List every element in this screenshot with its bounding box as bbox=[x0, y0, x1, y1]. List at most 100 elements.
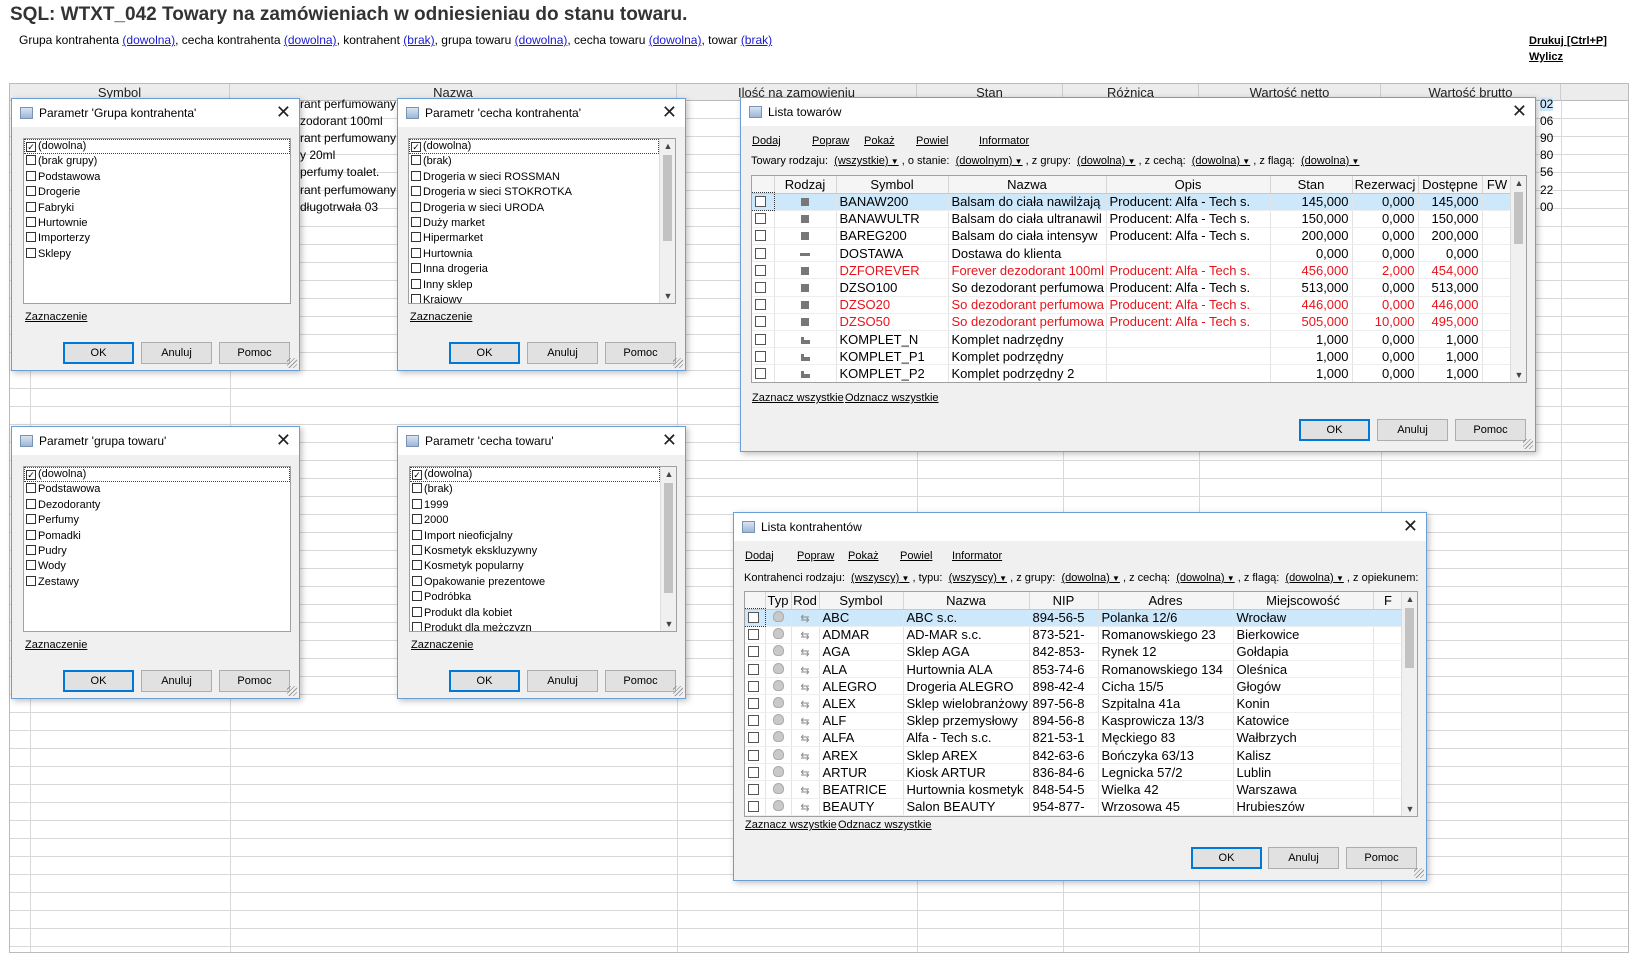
row-checkbox[interactable] bbox=[745, 729, 766, 748]
checkbox-icon[interactable] bbox=[412, 514, 422, 525]
ok-button[interactable]: OK bbox=[449, 342, 520, 364]
scroll-up-icon[interactable]: ▲ bbox=[660, 139, 675, 153]
checkbox-icon[interactable] bbox=[748, 715, 759, 727]
vertical-scrollbar[interactable]: ▲ ▼ bbox=[1401, 592, 1417, 816]
checkbox-icon[interactable] bbox=[412, 498, 422, 509]
checkbox-item[interactable]: 1999 bbox=[410, 498, 660, 513]
checkbox-icon[interactable] bbox=[26, 544, 36, 555]
row-checkbox[interactable] bbox=[745, 607, 766, 628]
checkbox-item[interactable]: Kosmetyk popularny bbox=[410, 559, 660, 574]
menu-duplicate[interactable]: Powiel bbox=[900, 550, 932, 562]
checkbox-item[interactable]: Zestawy bbox=[24, 575, 290, 590]
checkbox-icon[interactable] bbox=[748, 766, 759, 778]
close-icon[interactable]: ✕ bbox=[1403, 516, 1418, 536]
checkbox-icon[interactable] bbox=[412, 591, 422, 602]
checkbox-icon[interactable] bbox=[26, 498, 36, 509]
checkbox-icon[interactable] bbox=[411, 278, 421, 289]
scroll-down-icon[interactable]: ▼ bbox=[1402, 802, 1417, 816]
scroll-down-icon[interactable]: ▼ bbox=[660, 289, 675, 303]
column-header-select[interactable] bbox=[745, 592, 766, 610]
column-header-fw[interactable]: FW bbox=[1482, 176, 1513, 194]
checkbox-item[interactable]: Hurtownie bbox=[24, 216, 290, 231]
column-header-opis[interactable]: Opis bbox=[1106, 176, 1271, 194]
checkbox-list[interactable]: ✓ (dowolna) Podstawowa Dezodoranty Perfumy Po… bbox=[23, 466, 291, 632]
vertical-scrollbar[interactable]: ▲ ▼ bbox=[659, 139, 675, 303]
column-header-stan[interactable]: Stan bbox=[1270, 176, 1353, 194]
calculate-link[interactable]: Wylicz bbox=[1529, 49, 1607, 65]
scroll-thumb[interactable] bbox=[663, 155, 672, 241]
filter-flaga-dropdown[interactable]: (dowolna) bbox=[1301, 155, 1359, 167]
checkbox-icon[interactable] bbox=[26, 575, 36, 586]
checkbox-item[interactable]: Podróbka bbox=[410, 590, 660, 605]
table-row[interactable]: KOMPLET_P2 Komplet podrzędny 2 1,000 0,000 1… bbox=[752, 364, 1513, 382]
filter-opiekun-label[interactable]: , z opiekunem: bbox=[1347, 572, 1419, 584]
selection-menu-link[interactable]: Zaznaczenie bbox=[411, 639, 473, 651]
checkbox-item[interactable]: Podstawowa bbox=[24, 170, 290, 185]
select-all-link[interactable]: Zaznacz wszystkie bbox=[745, 819, 837, 831]
checkbox-icon[interactable] bbox=[412, 483, 422, 494]
checkbox-icon[interactable] bbox=[411, 293, 421, 303]
checkbox-icon[interactable] bbox=[26, 186, 36, 197]
checkbox-item[interactable]: (brak) bbox=[409, 154, 659, 169]
cancel-button[interactable]: Anuluj bbox=[1268, 847, 1339, 869]
checkbox-icon[interactable] bbox=[748, 646, 759, 658]
checkbox-item[interactable]: Fabryki bbox=[24, 201, 290, 216]
checkbox-item[interactable]: Import nieoficjalny bbox=[410, 529, 660, 544]
table-row[interactable]: ⇆ ADMAR AD-MAR s.c. 873-521- Romanowskiego 2… bbox=[745, 626, 1404, 644]
checkbox-icon[interactable] bbox=[748, 629, 759, 641]
checkbox-item[interactable]: Sklepy bbox=[24, 247, 290, 262]
checkbox-icon[interactable] bbox=[755, 316, 766, 328]
ok-button[interactable]: OK bbox=[63, 670, 134, 692]
param-link-towar[interactable]: (brak) bbox=[741, 33, 772, 47]
column-header-dostepne[interactable]: Dostępne bbox=[1418, 176, 1483, 194]
column-header-nazwa[interactable]: Nazwa bbox=[948, 176, 1107, 194]
scroll-down-icon[interactable]: ▼ bbox=[661, 617, 676, 631]
help-button[interactable]: Pomoc bbox=[1346, 847, 1417, 869]
checkbox-icon[interactable] bbox=[755, 230, 766, 242]
checkbox-item[interactable]: (brak) bbox=[410, 482, 660, 497]
table-row[interactable]: DOSTAWA Dostawa do klienta 0,000 0,000 0,000 bbox=[752, 244, 1513, 263]
checkbox-icon[interactable] bbox=[26, 247, 36, 258]
checkbox-item[interactable]: ✓ (dowolna) bbox=[410, 467, 660, 483]
table-row[interactable]: ⇆ ALFA Alfa - Tech s.c. 821-53-1 Męckiego 83… bbox=[745, 729, 1404, 748]
checkbox-item[interactable]: Opakowanie prezentowe bbox=[410, 575, 660, 590]
column-header-rod[interactable]: Rod bbox=[791, 592, 820, 610]
vertical-scrollbar[interactable]: ▲ ▼ bbox=[1510, 176, 1526, 382]
table-row[interactable]: DZFOREVER Forever dezodorant 100ml Produce… bbox=[752, 261, 1513, 280]
table-row[interactable]: DZSO20 So dezodorant perfumowa Producent: … bbox=[752, 296, 1513, 314]
checkbox-icon[interactable] bbox=[412, 606, 422, 617]
checkbox-icon[interactable] bbox=[755, 247, 766, 259]
row-checkbox[interactable] bbox=[745, 798, 766, 816]
table-row[interactable]: ⇆ ALEX Sklep wielobranżowy 897-56-8 Szpitaln… bbox=[745, 694, 1404, 713]
scroll-up-icon[interactable]: ▲ bbox=[1511, 176, 1526, 190]
selection-menu-link[interactable]: Zaznaczenie bbox=[25, 639, 87, 651]
filter-rodzaj-dropdown[interactable]: (wszystkie) bbox=[834, 155, 899, 167]
table-row[interactable]: ⇆ BEAUTY Salon BEAUTY 954-877- Wrzosowa 45 Hr… bbox=[745, 798, 1404, 816]
checkbox-icon[interactable] bbox=[411, 216, 421, 227]
filter-grupa-dropdown[interactable]: (dowolna) bbox=[1061, 572, 1119, 584]
menu-duplicate[interactable]: Powiel bbox=[916, 135, 948, 147]
column-header-select[interactable] bbox=[752, 176, 775, 194]
checkbox-icon[interactable] bbox=[26, 170, 36, 181]
checkbox-icon[interactable] bbox=[412, 560, 422, 571]
close-icon[interactable]: ✕ bbox=[276, 102, 291, 122]
ok-button[interactable]: OK bbox=[449, 670, 520, 692]
table-row[interactable]: ⇆ BEATRICE Hurtownia kosmetyk 848-54-5 Wielk… bbox=[745, 780, 1404, 799]
resize-grip-icon[interactable] bbox=[287, 358, 297, 368]
checkbox-icon[interactable] bbox=[26, 216, 36, 227]
scroll-thumb[interactable] bbox=[1514, 192, 1523, 244]
checkbox-icon[interactable] bbox=[412, 529, 422, 540]
checkbox-icon[interactable] bbox=[412, 575, 422, 586]
table-row[interactable]: DZSO50 So dezodorant perfumowa Producent: … bbox=[752, 313, 1513, 332]
checkbox-icon[interactable] bbox=[748, 663, 759, 675]
row-checkbox[interactable] bbox=[745, 746, 766, 765]
checkbox-list[interactable]: ✓ (dowolna) (brak grupy) Podstawowa Drogerie… bbox=[23, 138, 291, 304]
selection-menu-link[interactable]: Zaznaczenie bbox=[410, 311, 472, 323]
checkbox-icon[interactable] bbox=[748, 612, 759, 624]
row-checkbox[interactable] bbox=[752, 296, 775, 314]
checkbox-item[interactable]: Produkt dla kobiet bbox=[410, 606, 660, 621]
column-header-symbol[interactable]: Symbol bbox=[836, 176, 949, 194]
deselect-all-link[interactable]: Odznacz wszystkie bbox=[845, 392, 939, 404]
filter-flaga-dropdown[interactable]: (dowolna) bbox=[1285, 572, 1343, 584]
checkbox-item[interactable]: Podstawowa bbox=[24, 482, 290, 497]
